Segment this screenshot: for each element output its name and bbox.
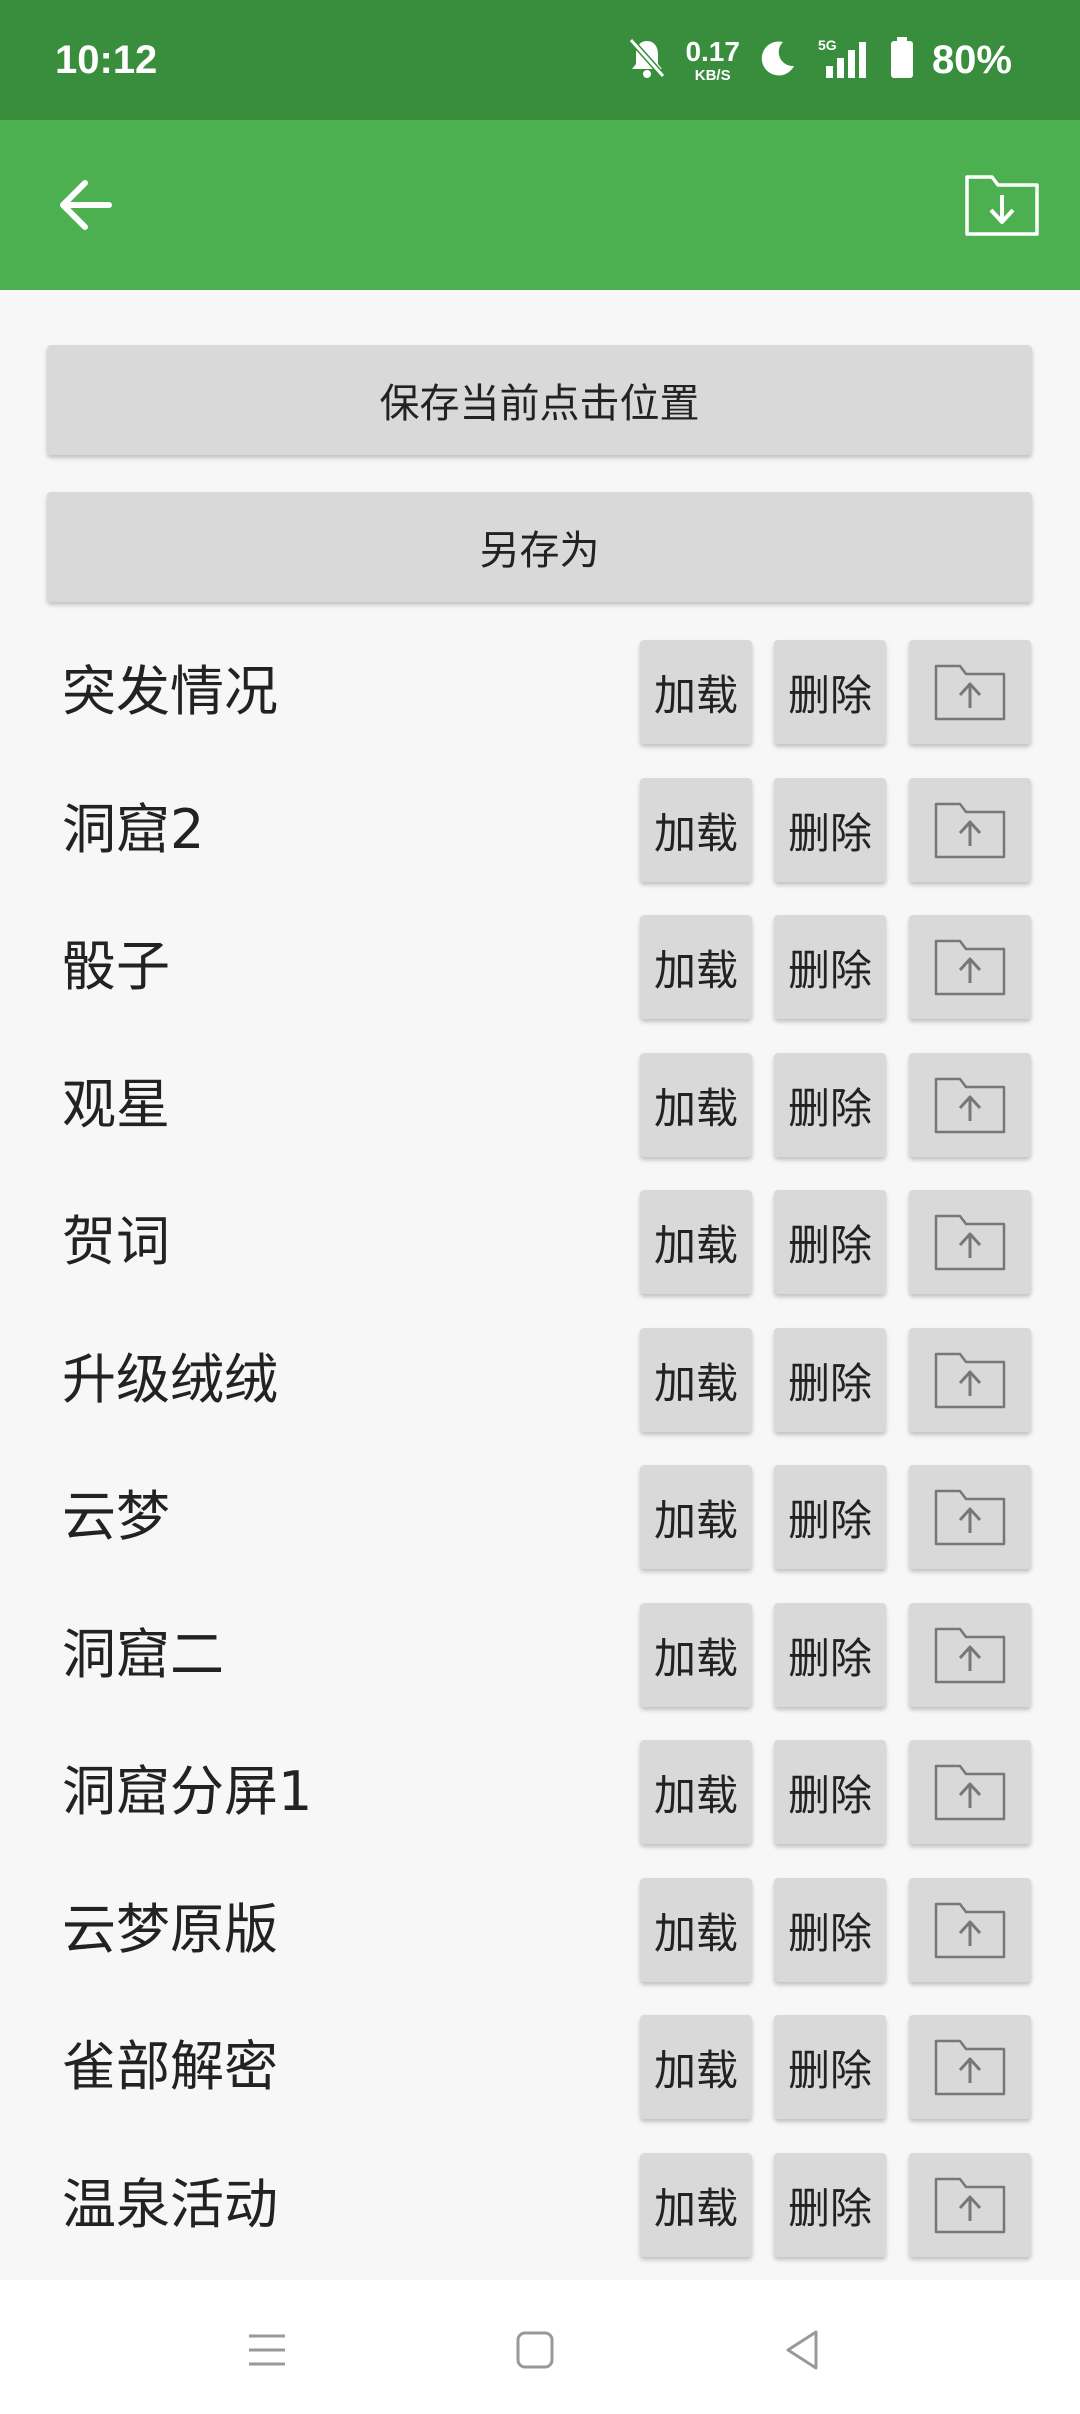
delete-button[interactable]: 删除 bbox=[774, 1740, 886, 1844]
navigation-bar bbox=[0, 2280, 1080, 2414]
config-name: 突发情况 bbox=[62, 660, 278, 723]
upload-button[interactable] bbox=[909, 640, 1031, 744]
load-button[interactable]: 加载 bbox=[640, 2015, 752, 2119]
config-row: 突发情况 加载 删除 bbox=[0, 640, 1080, 778]
load-button[interactable]: 加载 bbox=[640, 1603, 752, 1707]
delete-button[interactable]: 删除 bbox=[774, 1878, 886, 1982]
config-row: 骰子 加载 删除 bbox=[0, 915, 1080, 1053]
load-button[interactable]: 加载 bbox=[640, 1328, 752, 1432]
config-name: 云梦 bbox=[62, 1485, 170, 1548]
config-row: 观星 加载 删除 bbox=[0, 1053, 1080, 1191]
delete-button[interactable]: 删除 bbox=[774, 1190, 886, 1294]
status-bar: 10:12 0.17 KB/S 5G 80% bbox=[0, 0, 1080, 120]
folder-download-icon bbox=[965, 175, 1039, 236]
config-row: 洞窟二 加载 删除 bbox=[0, 1603, 1080, 1741]
config-row: 雀部解密 加载 删除 bbox=[0, 2015, 1080, 2153]
config-row: 洞窟2 加载 删除 bbox=[0, 778, 1080, 916]
status-time: 10:12 bbox=[55, 38, 158, 82]
config-row: 洞窟分屏1 加载 删除 bbox=[0, 1740, 1080, 1878]
bell-muted-icon bbox=[627, 36, 667, 84]
moon-icon bbox=[758, 38, 798, 82]
config-name: 云梦原版 bbox=[62, 1898, 278, 1961]
menu-icon bbox=[249, 2334, 285, 2366]
upload-button[interactable] bbox=[909, 1878, 1031, 1982]
app-bar bbox=[0, 120, 1080, 290]
folder-upload-icon bbox=[934, 939, 1006, 996]
delete-button[interactable]: 删除 bbox=[774, 915, 886, 1019]
upload-button[interactable] bbox=[909, 1190, 1031, 1294]
upload-button[interactable] bbox=[909, 2015, 1031, 2119]
upload-button[interactable] bbox=[909, 1053, 1031, 1157]
save-current-position-button[interactable]: 保存当前点击位置 bbox=[47, 345, 1032, 455]
config-name: 升级绒绒 bbox=[62, 1348, 278, 1411]
back-button[interactable] bbox=[50, 170, 120, 240]
upload-button[interactable] bbox=[909, 2153, 1031, 2257]
delete-button[interactable]: 删除 bbox=[774, 778, 886, 882]
delete-button[interactable]: 删除 bbox=[774, 1465, 886, 1569]
battery-icon bbox=[890, 37, 914, 83]
svg-text:5G: 5G bbox=[818, 37, 837, 53]
home-square-icon bbox=[516, 2331, 554, 2369]
folder-upload-icon bbox=[934, 664, 1006, 721]
upload-button[interactable] bbox=[909, 915, 1031, 1019]
folder-upload-icon bbox=[934, 1214, 1006, 1271]
folder-upload-icon bbox=[934, 1489, 1006, 1546]
folder-upload-icon bbox=[934, 1627, 1006, 1684]
load-button[interactable]: 加载 bbox=[640, 1190, 752, 1294]
load-button[interactable]: 加载 bbox=[640, 1740, 752, 1844]
folder-upload-icon bbox=[934, 1077, 1006, 1134]
delete-button[interactable]: 删除 bbox=[774, 1603, 886, 1707]
signal-icon: 5G bbox=[816, 36, 872, 84]
home-button[interactable] bbox=[495, 2310, 575, 2390]
load-button[interactable]: 加载 bbox=[640, 1878, 752, 1982]
folder-upload-icon bbox=[934, 1352, 1006, 1409]
config-row: 升级绒绒 加载 删除 bbox=[0, 1328, 1080, 1466]
folder-upload-icon bbox=[934, 2039, 1006, 2096]
delete-button[interactable]: 删除 bbox=[774, 640, 886, 744]
load-button[interactable]: 加载 bbox=[640, 778, 752, 882]
upload-button[interactable] bbox=[909, 1465, 1031, 1569]
arrow-left-icon bbox=[60, 180, 112, 230]
upload-button[interactable] bbox=[909, 778, 1031, 882]
config-row: 温泉活动 加载 删除 bbox=[0, 2153, 1080, 2291]
config-name: 洞窟二 bbox=[62, 1623, 224, 1686]
upload-button[interactable] bbox=[909, 1603, 1031, 1707]
folder-upload-icon bbox=[934, 2177, 1006, 2234]
import-button[interactable] bbox=[962, 168, 1042, 242]
delete-button[interactable]: 删除 bbox=[774, 2153, 886, 2257]
config-name: 观星 bbox=[62, 1073, 170, 1136]
config-name: 雀部解密 bbox=[62, 2035, 278, 2098]
config-name: 洞窟2 bbox=[62, 798, 205, 861]
upload-button[interactable] bbox=[909, 1740, 1031, 1844]
config-name: 骰子 bbox=[62, 935, 170, 998]
delete-button[interactable]: 删除 bbox=[774, 1053, 886, 1157]
load-button[interactable]: 加载 bbox=[640, 1053, 752, 1157]
load-button[interactable]: 加载 bbox=[640, 2153, 752, 2257]
delete-button[interactable]: 删除 bbox=[774, 1328, 886, 1432]
save-as-button[interactable]: 另存为 bbox=[47, 492, 1032, 602]
delete-button[interactable]: 删除 bbox=[774, 2015, 886, 2119]
config-name: 贺词 bbox=[62, 1210, 170, 1273]
folder-upload-icon bbox=[934, 1764, 1006, 1821]
folder-upload-icon bbox=[934, 802, 1006, 859]
load-button[interactable]: 加载 bbox=[640, 640, 752, 744]
config-row: 云梦 加载 删除 bbox=[0, 1465, 1080, 1603]
net-speed: 0.17 KB/S bbox=[685, 35, 740, 84]
load-button[interactable]: 加载 bbox=[640, 915, 752, 1019]
recents-button[interactable] bbox=[227, 2310, 307, 2390]
back-triangle-icon bbox=[786, 2330, 818, 2370]
config-name: 洞窟分屏1 bbox=[62, 1760, 313, 1823]
system-back-button[interactable] bbox=[762, 2310, 842, 2390]
load-button[interactable]: 加载 bbox=[640, 1465, 752, 1569]
upload-button[interactable] bbox=[909, 1328, 1031, 1432]
folder-upload-icon bbox=[934, 1902, 1006, 1959]
config-row: 云梦原版 加载 删除 bbox=[0, 1878, 1080, 2016]
battery-percent: 80% bbox=[931, 37, 1012, 82]
config-row: 贺词 加载 删除 bbox=[0, 1190, 1080, 1328]
status-icons: 0.17 KB/S 5G 80% bbox=[627, 30, 1012, 90]
config-name: 温泉活动 bbox=[62, 2173, 278, 2236]
